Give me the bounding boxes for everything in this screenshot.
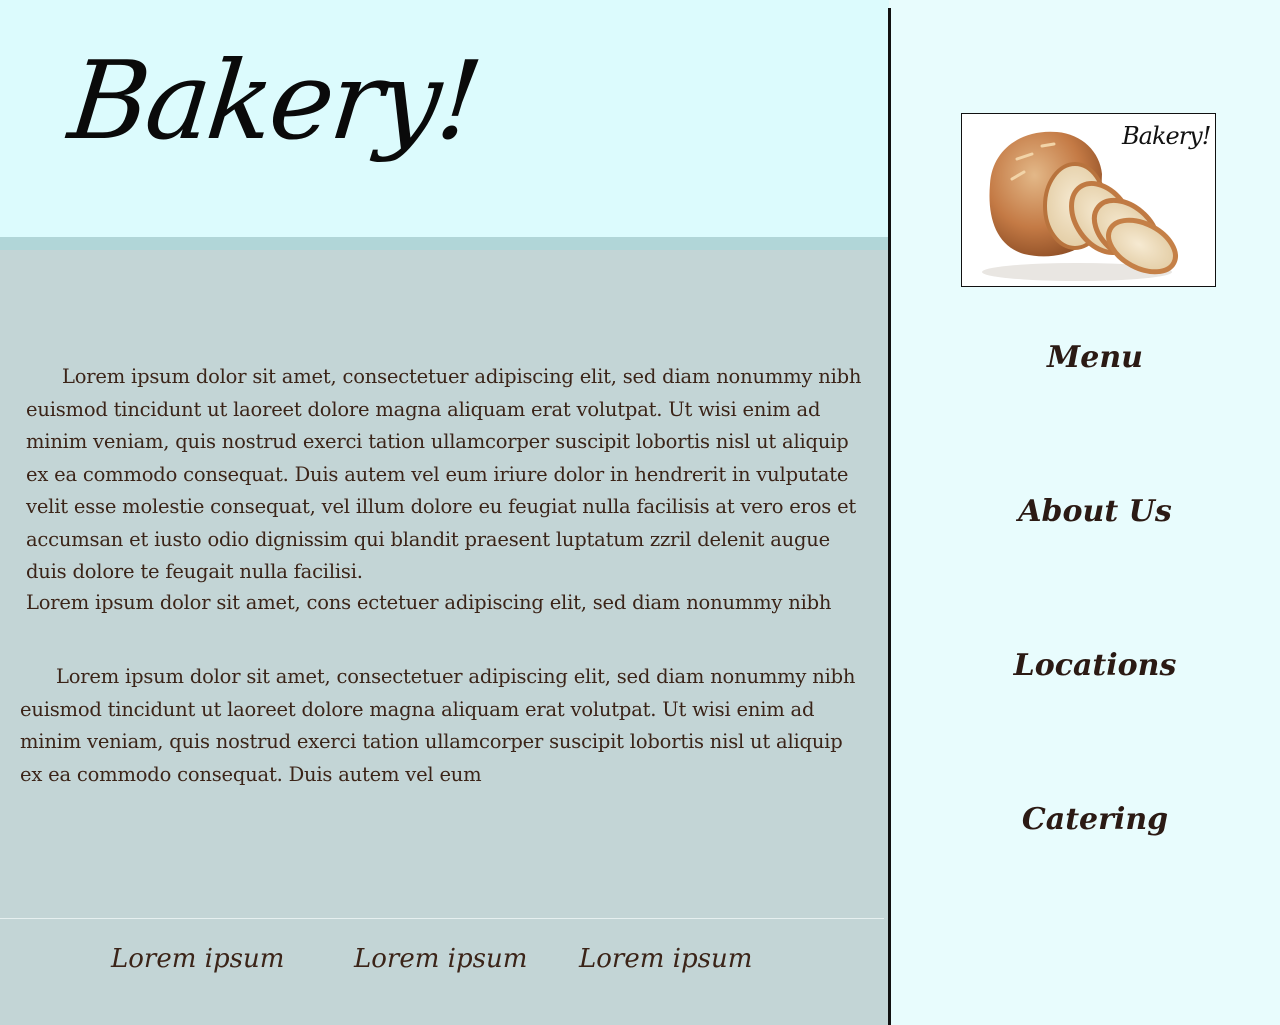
- nav-menu[interactable]: Menu: [900, 340, 1280, 375]
- sidebar-divider: [888, 8, 891, 1025]
- footer-link-3[interactable]: Lorem ipsum: [579, 944, 752, 974]
- footer-link-1[interactable]: Lorem ipsum: [111, 944, 284, 974]
- nav-about-us[interactable]: About Us: [900, 494, 1280, 529]
- logo[interactable]: Bakery!: [961, 113, 1216, 287]
- logo-text: Bakery!: [1122, 122, 1211, 150]
- site-title: Bakery!: [63, 39, 485, 164]
- footer-divider: [0, 918, 884, 919]
- content-paragraph-3: Lorem ipsum dolor sit amet, consectetuer…: [20, 665, 856, 786]
- nav-catering[interactable]: Catering: [900, 802, 1280, 837]
- content-paragraph-2: Lorem ipsum dolor sit amet, cons ectetue…: [26, 591, 832, 614]
- header-stripe: [0, 237, 889, 250]
- content-paragraph-1: Lorem ipsum dolor sit amet, consectetuer…: [26, 365, 862, 583]
- nav-locations[interactable]: Locations: [900, 648, 1280, 683]
- footer-link-2[interactable]: Lorem ipsum: [354, 944, 527, 974]
